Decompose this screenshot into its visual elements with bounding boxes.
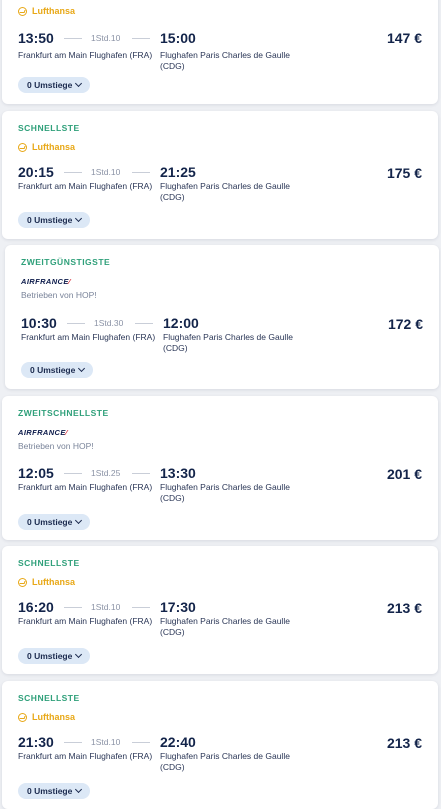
lufthansa-crane-icon xyxy=(18,6,27,16)
arrival-time: 22:40 xyxy=(160,734,196,750)
air-france-logo: AIRFRANCE⁄ xyxy=(18,428,68,437)
lufthansa-crane-icon xyxy=(18,712,27,722)
arrival-airport: Flughafen Paris Charles de Gaulle (CDG) xyxy=(160,616,290,637)
duration-line-right xyxy=(132,607,150,608)
departure-airport: Frankfurt am Main Flughafen (FRA) xyxy=(18,751,153,761)
arrival-airport: Flughafen Paris Charles de Gaulle (CDG) xyxy=(160,50,290,71)
airline-label: Lufthansa xyxy=(18,142,75,152)
lufthansa-crane-icon xyxy=(18,577,27,587)
airline-label: Lufthansa xyxy=(18,6,75,16)
chevron-down-icon xyxy=(75,650,83,659)
chevron-down-icon xyxy=(75,214,83,223)
flight-badge: SCHNELLSTE xyxy=(18,693,80,703)
duration-line-right xyxy=(132,38,150,39)
departure-airport: Frankfurt am Main Flughafen (FRA) xyxy=(18,181,153,191)
departure-time: 21:30 xyxy=(18,734,54,750)
flight-price: 213 € xyxy=(386,600,422,616)
duration-line-left xyxy=(64,38,82,39)
flight-duration: 1Std.25 xyxy=(91,468,121,478)
stops-dropdown-button[interactable]: 0 Umstiege xyxy=(18,77,91,93)
flight-badge: SCHNELLSTE xyxy=(18,123,80,133)
departure-time: 10:30 xyxy=(21,315,57,331)
duration-line-left xyxy=(64,742,82,743)
departure-time: 20:15 xyxy=(18,164,54,180)
arrival-time: 12:00 xyxy=(163,315,199,331)
airline-name: Lufthansa xyxy=(32,712,76,722)
stops-dropdown-button[interactable]: 0 Umstiege xyxy=(18,514,91,530)
flight-badge: SCHNELLSTE xyxy=(18,558,80,568)
duration-line-right xyxy=(135,323,153,324)
arrival-time: 21:25 xyxy=(160,164,196,180)
arrival-airport: Flughafen Paris Charles de Gaulle (CDG) xyxy=(160,181,290,202)
stops-label: 0 Umstiege xyxy=(27,651,73,661)
flight-duration: 1Std.10 xyxy=(91,602,121,612)
arrival-airport: Flughafen Paris Charles de Gaulle (CDG) xyxy=(160,751,290,772)
duration-line-left xyxy=(64,172,82,173)
flight-card[interactable]: ZWEITSCHNELLSTE AIRFRANCE⁄ Betrieben von… xyxy=(2,396,438,540)
airline-label: Lufthansa xyxy=(18,712,75,722)
flight-price: 172 € xyxy=(387,316,423,332)
arrival-airport: Flughafen Paris Charles de Gaulle (CDG) xyxy=(160,482,290,503)
flight-badge: ZWEITSCHNELLSTE xyxy=(18,408,109,418)
arrival-airport: Flughafen Paris Charles de Gaulle (CDG) xyxy=(163,332,293,353)
chevron-down-icon xyxy=(75,785,83,794)
duration-line-right xyxy=(132,473,150,474)
flight-card[interactable]: SCHNELLSTE Lufthansa 21:30 1Std.10 22:40… xyxy=(2,681,438,809)
departure-time: 12:05 xyxy=(18,465,54,481)
departure-airport: Frankfurt am Main Flughafen (FRA) xyxy=(18,50,153,60)
stops-label: 0 Umstiege xyxy=(30,365,76,375)
flight-duration: 1Std.10 xyxy=(91,33,121,43)
departure-time: 16:20 xyxy=(18,599,54,615)
operated-by: Betrieben von HOP! xyxy=(18,441,94,451)
stops-label: 0 Umstiege xyxy=(27,80,73,90)
flight-card[interactable]: SCHNELLSTE Lufthansa 20:15 1Std.10 21:25… xyxy=(2,111,438,239)
departure-airport: Frankfurt am Main Flughafen (FRA) xyxy=(18,482,153,492)
flight-price: 213 € xyxy=(386,735,422,751)
air-france-logo: AIRFRANCE⁄ xyxy=(21,277,71,286)
stops-dropdown-button[interactable]: 0 Umstiege xyxy=(18,212,91,228)
stops-label: 0 Umstiege xyxy=(27,517,73,527)
flight-card[interactable]: SCHNELLSTE Lufthansa 16:20 1Std.10 17:30… xyxy=(2,546,438,674)
flight-card[interactable]: Lufthansa 13:50 1Std.10 15:00 Frankfurt … xyxy=(2,0,438,104)
stops-dropdown-button[interactable]: 0 Umstiege xyxy=(21,362,94,378)
flight-price: 175 € xyxy=(386,165,422,181)
chevron-down-icon xyxy=(75,79,83,88)
airline-name: AIRFRANCE xyxy=(18,428,66,437)
duration-line-left xyxy=(64,473,82,474)
arrival-time: 17:30 xyxy=(160,599,196,615)
flight-duration: 1Std.10 xyxy=(91,737,121,747)
duration-line-left xyxy=(64,607,82,608)
airline-label: Lufthansa xyxy=(18,577,75,587)
stops-label: 0 Umstiege xyxy=(27,215,73,225)
arrival-time: 15:00 xyxy=(160,30,196,46)
chevron-down-icon xyxy=(78,364,86,373)
stops-dropdown-button[interactable]: 0 Umstiege xyxy=(18,648,91,664)
flight-card[interactable]: ZWEITGÜNSTIGSTE AIRFRANCE⁄ Betrieben von… xyxy=(5,245,439,389)
duration-line-right xyxy=(132,172,150,173)
departure-airport: Frankfurt am Main Flughafen (FRA) xyxy=(21,332,156,342)
departure-time: 13:50 xyxy=(18,30,54,46)
lufthansa-crane-icon xyxy=(18,142,27,152)
flight-price: 147 € xyxy=(386,30,422,46)
flight-duration: 1Std.30 xyxy=(94,318,124,328)
operated-by: Betrieben von HOP! xyxy=(21,290,97,300)
departure-airport: Frankfurt am Main Flughafen (FRA) xyxy=(18,616,153,626)
chevron-down-icon xyxy=(75,516,83,525)
airline-name: Lufthansa xyxy=(32,6,76,16)
airline-name: AIRFRANCE xyxy=(21,277,69,286)
duration-line-right xyxy=(132,742,150,743)
duration-line-left xyxy=(67,323,85,324)
flight-price: 201 € xyxy=(386,466,422,482)
airline-name: Lufthansa xyxy=(32,577,76,587)
flight-duration: 1Std.10 xyxy=(91,167,121,177)
stops-label: 0 Umstiege xyxy=(27,786,73,796)
airline-name: Lufthansa xyxy=(32,142,76,152)
arrival-time: 13:30 xyxy=(160,465,196,481)
flight-badge: ZWEITGÜNSTIGSTE xyxy=(21,257,111,267)
stops-dropdown-button[interactable]: 0 Umstiege xyxy=(18,783,91,799)
